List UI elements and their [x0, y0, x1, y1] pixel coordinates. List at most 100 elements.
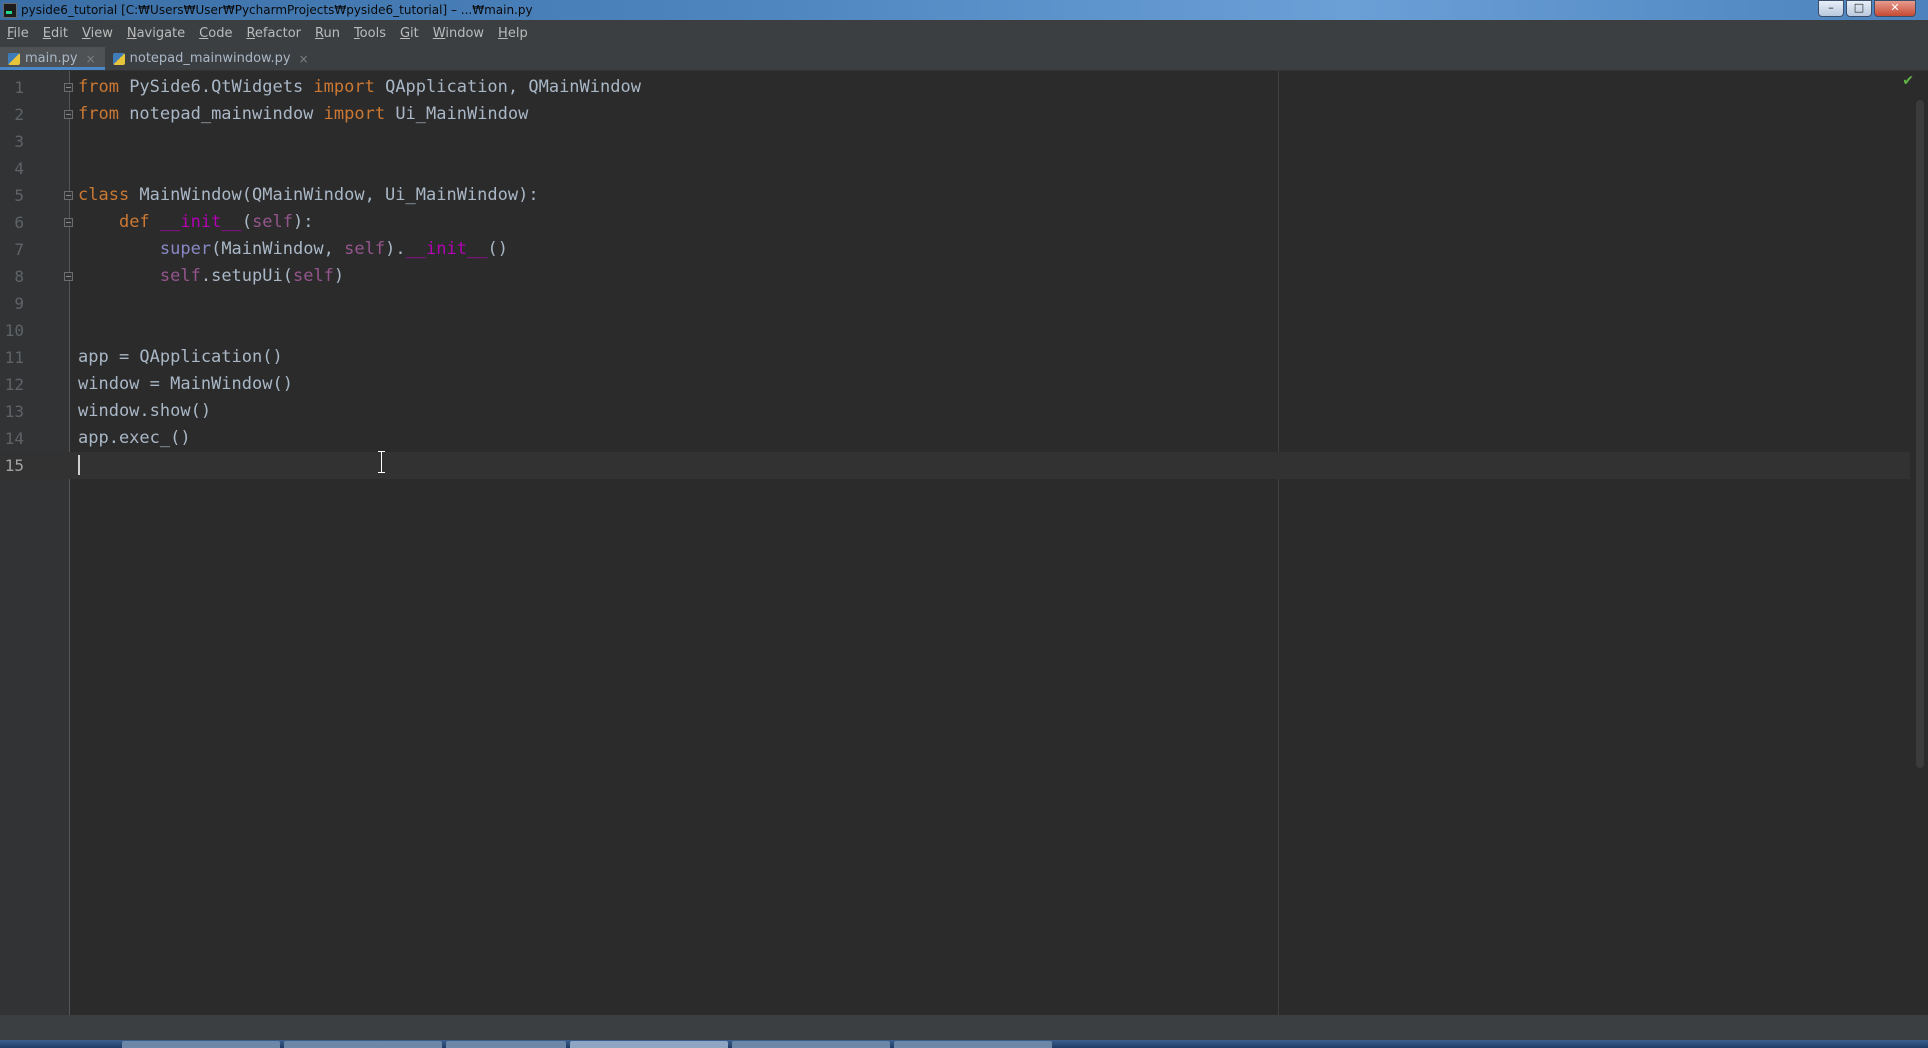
- keyword: import: [323, 104, 386, 124]
- menu-window[interactable]: Window: [433, 26, 484, 41]
- code-line[interactable]: 4: [0, 155, 1910, 182]
- code-line[interactable]: 3: [0, 128, 1910, 155]
- code-line[interactable]: 2 from notepad_mainwindow import Ui_Main…: [0, 101, 1910, 128]
- pycharm-icon: [3, 3, 17, 18]
- fold-marker-icon[interactable]: [64, 191, 73, 200]
- tab-close-icon[interactable]: ×: [299, 52, 309, 66]
- menu-view[interactable]: View: [82, 26, 113, 41]
- window-title: pyside6_tutorial [C:₩Users₩User₩PycharmP…: [21, 3, 533, 17]
- close-button[interactable]: ✕: [1874, 0, 1916, 17]
- code-text: ): [333, 266, 345, 286]
- python-file-icon: [112, 52, 125, 65]
- tab-label: notepad_mainwindow.py: [129, 51, 291, 66]
- code-line[interactable]: 12 window = MainWindow(): [0, 371, 1910, 398]
- code-line[interactable]: 6 def __init__(self):: [0, 209, 1910, 236]
- taskbar-item[interactable]: [284, 1041, 442, 1048]
- inspection-ok-icon[interactable]: ✔: [1902, 73, 1914, 89]
- keyword: from: [78, 77, 119, 97]
- line-number: 4: [14, 159, 24, 178]
- current-code-line[interactable]: 15: [0, 452, 1910, 479]
- line-number: 15: [4, 456, 24, 475]
- self-keyword: self: [292, 266, 334, 286]
- code-line[interactable]: 10: [0, 317, 1910, 344]
- taskbar-item[interactable]: [894, 1041, 1052, 1048]
- line-number: 10: [4, 321, 24, 340]
- code-line[interactable]: 7 super(MainWindow, self).__init__(): [0, 236, 1910, 263]
- menu-navigate[interactable]: Navigate: [127, 26, 185, 41]
- code-line[interactable]: 13 window.show(): [0, 398, 1910, 425]
- punctuation: ):: [293, 212, 314, 232]
- fold-marker-icon[interactable]: [64, 83, 73, 92]
- line-number: 13: [4, 402, 24, 421]
- imported-names: QApplication, QMainWindow: [374, 77, 641, 97]
- menu-tools[interactable]: Tools: [354, 26, 386, 41]
- fold-marker-icon[interactable]: [64, 272, 73, 281]
- imported-names: Ui_MainWindow: [385, 104, 529, 124]
- menu-bar: File Edit View Navigate Code Refactor Ru…: [0, 20, 1928, 47]
- tab-main-py[interactable]: main.py ×: [0, 47, 105, 70]
- line-number: 8: [14, 267, 24, 286]
- keyword: import: [313, 77, 375, 97]
- code-lines: 1 from PySide6.QtWidgets import QApplica…: [0, 74, 1910, 479]
- code-text: window = MainWindow(): [78, 374, 293, 394]
- taskbar-item[interactable]: [446, 1041, 566, 1048]
- code-line[interactable]: 8 self.setupUi(self): [0, 263, 1910, 290]
- tab-close-icon[interactable]: ×: [86, 52, 96, 66]
- code-line[interactable]: 1 from PySide6.QtWidgets import QApplica…: [0, 74, 1910, 101]
- self-keyword: self: [159, 266, 201, 286]
- code-text: app.exec_(): [78, 428, 191, 448]
- menu-edit[interactable]: Edit: [43, 26, 68, 41]
- code-text: ).: [385, 239, 406, 259]
- line-number: 5: [14, 186, 24, 205]
- mouse-ibeam-cursor-icon: [377, 451, 386, 473]
- code-line[interactable]: 14 app.exec_(): [0, 425, 1910, 452]
- status-bar: [0, 1015, 1928, 1040]
- module-name: notepad_mainwindow: [118, 104, 324, 124]
- line-number: 6: [14, 213, 24, 232]
- code-line[interactable]: 9: [0, 290, 1910, 317]
- punctuation: (: [241, 212, 253, 232]
- maximize-button[interactable]: □: [1846, 0, 1872, 17]
- taskbar-item[interactable]: [732, 1041, 890, 1048]
- builtin: super: [159, 239, 212, 259]
- module-name: PySide6.QtWidgets: [118, 77, 314, 97]
- line-number: 9: [14, 294, 24, 313]
- title-bar: pyside6_tutorial [C:₩Users₩User₩PycharmP…: [0, 0, 1928, 20]
- taskbar-item[interactable]: [570, 1041, 728, 1048]
- code-editor[interactable]: 1 from PySide6.QtWidgets import QApplica…: [0, 71, 1928, 1015]
- line-number: 7: [14, 240, 24, 259]
- line-number: 1: [14, 78, 24, 97]
- menu-run[interactable]: Run: [315, 26, 340, 41]
- code-line[interactable]: 11 app = QApplication(): [0, 344, 1910, 371]
- editor-tab-bar: main.py × notepad_mainwindow.py ×: [0, 47, 1928, 71]
- menu-file[interactable]: File: [7, 26, 29, 41]
- vertical-scrollbar[interactable]: [1916, 100, 1924, 768]
- keyword: from: [78, 104, 119, 124]
- taskbar-item[interactable]: [122, 1041, 280, 1048]
- tab-notepad-mainwindow-py[interactable]: notepad_mainwindow.py ×: [105, 47, 318, 70]
- self-keyword: self: [344, 239, 386, 259]
- fold-marker-icon[interactable]: [64, 218, 73, 227]
- magic-method: __init__: [159, 212, 242, 232]
- magic-method: __init__: [405, 239, 488, 259]
- code-text: window.show(): [78, 401, 212, 421]
- minimize-button[interactable]: –: [1818, 0, 1844, 17]
- code-text: .setupUi(: [200, 266, 293, 286]
- code-line[interactable]: 5 class MainWindow(QMainWindow, Ui_MainW…: [0, 182, 1910, 209]
- text-caret: [78, 455, 80, 475]
- menu-git[interactable]: Git: [400, 26, 419, 41]
- python-file-icon: [8, 52, 20, 65]
- menu-refactor[interactable]: Refactor: [246, 26, 301, 41]
- line-number: 12: [4, 375, 24, 394]
- keyword: def: [118, 212, 150, 232]
- fold-marker-icon[interactable]: [64, 110, 73, 119]
- tab-label: main.py: [25, 51, 78, 66]
- line-number: 11: [4, 348, 24, 367]
- menu-help[interactable]: Help: [498, 26, 528, 41]
- code-text: (): [487, 239, 508, 259]
- menu-code[interactable]: Code: [199, 26, 232, 41]
